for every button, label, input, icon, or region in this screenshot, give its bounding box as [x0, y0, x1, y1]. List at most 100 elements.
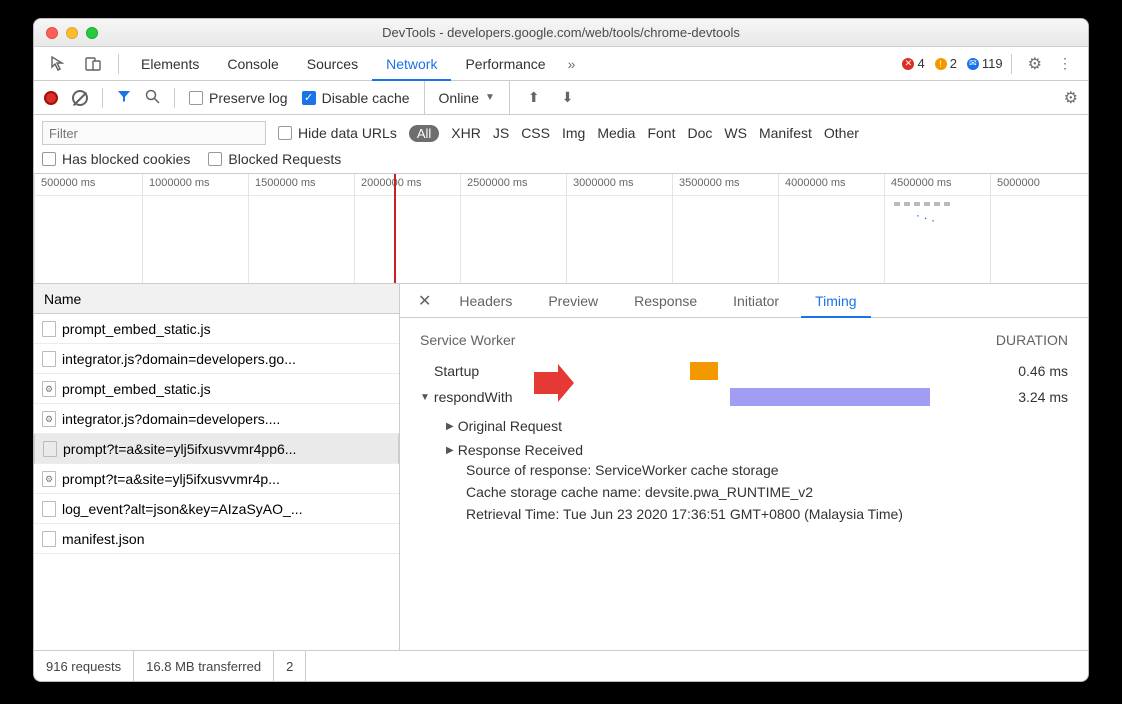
- filter-xhr[interactable]: XHR: [451, 125, 481, 141]
- file-icon: [42, 351, 56, 367]
- timing-bar-respondwith: [730, 388, 930, 406]
- hide-data-urls-checkbox[interactable]: Hide data URLs: [278, 125, 397, 141]
- error-count[interactable]: ✕4: [902, 56, 924, 71]
- request-row[interactable]: prompt?t=a&site=ylj5ifxusvvmr4pp6...: [34, 434, 399, 464]
- filter-bar: Hide data URLs All XHR JS CSS Img Media …: [34, 115, 1088, 174]
- status-extra: 2: [274, 651, 306, 681]
- main-tabs: Elements Console Sources Network Perform…: [34, 47, 1088, 81]
- download-har-icon[interactable]: ⬇: [558, 89, 578, 106]
- request-row[interactable]: integrator.js?domain=developers.go...: [34, 344, 399, 374]
- blocked-requests-checkbox[interactable]: Blocked Requests: [208, 151, 341, 167]
- titlebar: DevTools - developers.google.com/web/too…: [34, 19, 1088, 47]
- timeline-cursor: [394, 174, 396, 283]
- more-tabs-icon[interactable]: »: [560, 56, 584, 72]
- upload-har-icon[interactable]: ⬆: [524, 89, 544, 106]
- record-button[interactable]: [44, 91, 58, 105]
- request-name: prompt?t=a&site=ylj5ifxusvvmr4p...: [62, 471, 280, 487]
- request-name: manifest.json: [62, 531, 144, 547]
- filter-media[interactable]: Media: [597, 125, 635, 141]
- filter-font[interactable]: Font: [647, 125, 675, 141]
- gear-icon: ⚙: [45, 384, 53, 395]
- timeline-tick: 500000 ms: [34, 174, 142, 284]
- close-window-button[interactable]: [46, 27, 58, 39]
- overview-timeline[interactable]: 500000 ms1000000 ms1500000 ms2000000 ms2…: [34, 174, 1088, 284]
- tab-timing[interactable]: Timing: [801, 284, 871, 318]
- timing-detail-cachename: Cache storage cache name: devsite.pwa_RU…: [466, 484, 1068, 506]
- tab-console[interactable]: Console: [213, 47, 292, 81]
- devtools-window: DevTools - developers.google.com/web/too…: [33, 18, 1089, 682]
- request-row[interactable]: ⚙prompt_embed_static.js: [34, 374, 399, 404]
- tree-response-received[interactable]: ▶Response Received: [446, 438, 1068, 462]
- detail-tabs: ✕ Headers Preview Response Initiator Tim…: [400, 284, 1088, 318]
- has-blocked-cookies-checkbox[interactable]: Has blocked cookies: [42, 151, 190, 167]
- clear-button[interactable]: [72, 90, 88, 106]
- tab-performance[interactable]: Performance: [451, 47, 559, 81]
- warning-count[interactable]: !2: [935, 56, 957, 71]
- file-icon: ⚙: [42, 411, 56, 427]
- minimize-window-button[interactable]: [66, 27, 78, 39]
- timing-tree: ▶Original Request ▶Response Received Sou…: [446, 414, 1068, 528]
- status-transferred: 16.8 MB transferred: [134, 651, 274, 681]
- request-name: log_event?alt=json&key=AIzaSyAO_...: [62, 501, 302, 517]
- timing-bar-startup: [690, 362, 718, 380]
- kebab-menu-icon[interactable]: ⋮: [1050, 55, 1080, 72]
- request-name: integrator.js?domain=developers....: [62, 411, 280, 427]
- tab-network[interactable]: Network: [372, 47, 451, 81]
- filter-manifest[interactable]: Manifest: [759, 125, 812, 141]
- filter-doc[interactable]: Doc: [687, 125, 712, 141]
- filter-img[interactable]: Img: [562, 125, 585, 141]
- timing-row-respondwith[interactable]: ▼respondWith 3.24 ms: [420, 384, 1068, 410]
- filter-all[interactable]: All: [409, 125, 439, 142]
- timeline-activity-2: ⠁⠂⠄: [916, 214, 939, 225]
- throttling-select[interactable]: Online▼: [424, 81, 510, 115]
- caret-right-icon: ▶: [446, 445, 454, 456]
- filter-toggle-icon[interactable]: [117, 89, 131, 106]
- request-row[interactable]: ⚙ prompt?t=a&site=ylj5ifxusvvmr4p...: [34, 464, 399, 494]
- device-toggle-icon[interactable]: [76, 55, 110, 73]
- request-row[interactable]: log_event?alt=json&key=AIzaSyAO_...: [34, 494, 399, 524]
- name-column-header[interactable]: Name: [34, 284, 399, 314]
- timeline-tick: 1500000 ms: [248, 174, 354, 284]
- info-count[interactable]: ✉119: [967, 56, 1003, 71]
- tree-original-request[interactable]: ▶Original Request: [446, 414, 1068, 438]
- window-title: DevTools - developers.google.com/web/too…: [34, 25, 1088, 40]
- detail-pane: ✕ Headers Preview Response Initiator Tim…: [400, 284, 1088, 650]
- timing-detail-source: Source of response: ServiceWorker cache …: [466, 462, 1068, 484]
- network-settings-icon[interactable]: ⚙: [1064, 88, 1078, 108]
- gear-icon: ⚙: [45, 474, 53, 485]
- tab-response[interactable]: Response: [620, 284, 711, 318]
- request-row[interactable]: ⚙ integrator.js?domain=developers....: [34, 404, 399, 434]
- request-name: integrator.js?domain=developers.go...: [62, 351, 296, 367]
- filter-other[interactable]: Other: [824, 125, 859, 141]
- timeline-tick: 2000000 ms: [354, 174, 460, 284]
- timing-panel: Service Worker DURATION Startup 0.46 ms …: [400, 318, 1088, 542]
- disable-cache-checkbox[interactable]: ✓Disable cache: [302, 90, 410, 106]
- tab-sources[interactable]: Sources: [293, 47, 372, 81]
- timeline-tick: 2500000 ms: [460, 174, 566, 284]
- timeline-tick: 1000000 ms: [142, 174, 248, 284]
- inspect-icon[interactable]: [42, 55, 76, 73]
- timeline-tick: 3500000 ms: [672, 174, 778, 284]
- close-detail-icon[interactable]: ✕: [412, 291, 437, 311]
- tab-elements[interactable]: Elements: [127, 47, 213, 81]
- timeline-activity-1: [894, 202, 954, 206]
- filter-css[interactable]: CSS: [521, 125, 550, 141]
- tab-headers[interactable]: Headers: [445, 284, 526, 318]
- search-icon[interactable]: [145, 89, 160, 107]
- zoom-window-button[interactable]: [86, 27, 98, 39]
- network-toolbar: Preserve log ✓Disable cache Online▼ ⬆ ⬇ …: [34, 81, 1088, 115]
- filter-input[interactable]: [42, 121, 266, 145]
- timing-section-label: Service Worker: [420, 332, 515, 348]
- tab-initiator[interactable]: Initiator: [719, 284, 793, 318]
- request-row[interactable]: prompt_embed_static.js: [34, 314, 399, 344]
- settings-icon[interactable]: ⚙: [1020, 54, 1050, 74]
- caret-down-icon: ▼: [420, 392, 430, 403]
- tab-preview[interactable]: Preview: [534, 284, 612, 318]
- status-requests: 916 requests: [34, 651, 134, 681]
- preserve-log-checkbox[interactable]: Preserve log: [189, 90, 288, 106]
- request-row[interactable]: manifest.json: [34, 524, 399, 554]
- timing-detail-retrieval: Retrieval Time: Tue Jun 23 2020 17:36:51…: [466, 506, 1068, 528]
- file-icon: [42, 531, 56, 547]
- filter-js[interactable]: JS: [493, 125, 509, 141]
- filter-ws[interactable]: WS: [724, 125, 747, 141]
